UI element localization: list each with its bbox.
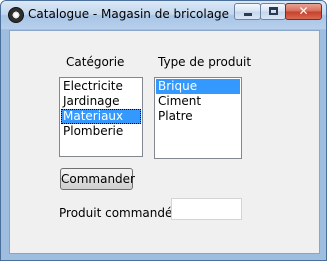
product-type-label: Type de produit: [158, 55, 252, 69]
client-area: Catégorie Type de produit Electricite Ja…: [9, 30, 320, 254]
title-bar[interactable]: Catalogue - Magasin de bricolage ✕: [1, 1, 326, 29]
category-item[interactable]: Electricite: [61, 79, 141, 94]
close-icon: ✕: [298, 4, 309, 18]
ordered-product-field[interactable]: [171, 198, 242, 220]
maximize-icon: [269, 7, 278, 15]
paw-icon[interactable]: [8, 7, 24, 23]
product-type-item[interactable]: Ciment: [156, 94, 240, 109]
minimize-icon: [244, 13, 252, 16]
product-type-item-selected[interactable]: Brique: [156, 79, 240, 94]
product-type-item[interactable]: Platre: [156, 109, 240, 124]
category-label: Catégorie: [66, 55, 125, 69]
category-item[interactable]: Plomberie: [61, 124, 141, 139]
minimize-button[interactable]: [234, 3, 261, 20]
maximize-button[interactable]: [260, 3, 286, 20]
ordered-product-label: Produit commandé: [59, 206, 173, 220]
category-item[interactable]: Jardinage: [61, 94, 141, 109]
window-title: Catalogue - Magasin de bricolage: [28, 7, 230, 21]
close-button[interactable]: ✕: [285, 3, 322, 20]
category-item-selected[interactable]: Materiaux: [61, 109, 141, 124]
category-listbox[interactable]: Electricite Jardinage Materiaux Plomberi…: [59, 77, 143, 157]
product-type-listbox[interactable]: Brique Ciment Platre: [154, 77, 242, 159]
order-button[interactable]: Commander: [60, 168, 135, 190]
app-window: Catalogue - Magasin de bricolage ✕ Catég…: [0, 0, 327, 261]
